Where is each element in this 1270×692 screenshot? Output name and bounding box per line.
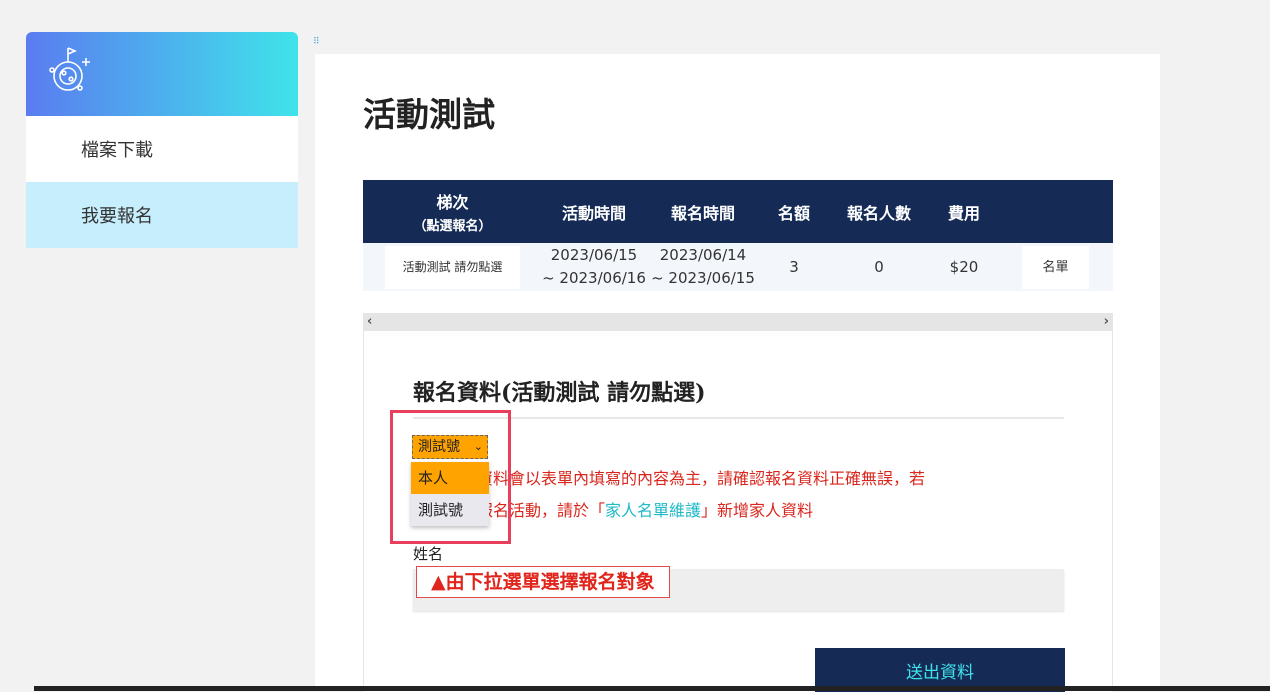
sidebar-item-label: 我要報名 xyxy=(81,206,153,227)
scroll-right-icon[interactable]: › xyxy=(1104,313,1109,330)
header-signup-time: 報名時間 xyxy=(670,203,735,223)
activity-time-cell: 2023/06/15 ~ 2023/06/16 xyxy=(542,246,646,287)
scroll-left-icon[interactable]: ‹ xyxy=(367,313,372,330)
family-list-link[interactable]: 家人名單維護 xyxy=(605,501,701,520)
sidebar-header xyxy=(26,32,298,116)
planet-compass-icon xyxy=(49,47,90,91)
name-label: 姓名 xyxy=(413,545,444,563)
main-content: 活動測試 梯次 （點選報名） 活動時間 報名時間 名額 報名人數 費用 活動測試… xyxy=(315,54,1160,692)
header-fee: 費用 xyxy=(947,203,980,223)
header-session-sub: （點選報名） xyxy=(413,219,492,234)
header-activity-time: 活動時間 xyxy=(561,203,626,223)
list-button[interactable]: 名單 xyxy=(1022,245,1089,289)
dropdown-highlight-box xyxy=(390,410,511,544)
signup-time-cell: 2023/06/14 ~ 2023/06/15 xyxy=(651,246,755,287)
table-header-row: 梯次 （點選報名） 活動時間 報名時間 名額 報名人數 費用 xyxy=(363,180,1113,243)
header-session: 梯次 （點選報名） xyxy=(363,180,542,243)
sidebar-item-label: 檔案下載 xyxy=(81,140,153,161)
session-button[interactable]: 活動測試 請勿點選 xyxy=(384,245,521,289)
form-title: 報名資料(活動測試 請勿點選) xyxy=(413,380,706,406)
bottom-edge xyxy=(34,686,1270,691)
fee-cell: $20 xyxy=(949,257,979,276)
header-actions xyxy=(998,180,1113,243)
drag-handle-icon[interactable]: ⠿ xyxy=(313,37,321,47)
horizontal-scrollbar[interactable]: ‹ › xyxy=(363,313,1113,330)
quota-cell: 3 xyxy=(789,257,799,276)
sidebar-item-download[interactable]: 檔案下載 xyxy=(26,116,298,182)
header-registered: 報名人數 xyxy=(846,203,911,223)
header-quota: 名額 xyxy=(777,203,810,223)
schedule-table-wrap: 梯次 （點選報名） 活動時間 報名時間 名額 報名人數 費用 活動測試 請勿點選… xyxy=(363,180,1113,291)
schedule-table: 梯次 （點選報名） 活動時間 報名時間 名額 報名人數 費用 活動測試 請勿點選… xyxy=(363,180,1113,291)
page-title: 活動測試 xyxy=(363,95,495,134)
sidebar-item-register[interactable]: 我要報名 xyxy=(26,182,298,248)
registered-cell: 0 xyxy=(874,257,884,276)
dropdown-hint-callout: ▲由下拉選單選擇報名對象 xyxy=(416,566,670,598)
notice-text: 最終報名資料會以表單內填寫的內容為主，請確認報名資料正確無誤，若 要為家人報名活… xyxy=(413,469,926,520)
sidebar: 檔案下載 我要報名 xyxy=(26,32,298,248)
table-row: 活動測試 請勿點選 2023/06/15 ~ 2023/06/16 2023/0… xyxy=(363,243,1113,291)
